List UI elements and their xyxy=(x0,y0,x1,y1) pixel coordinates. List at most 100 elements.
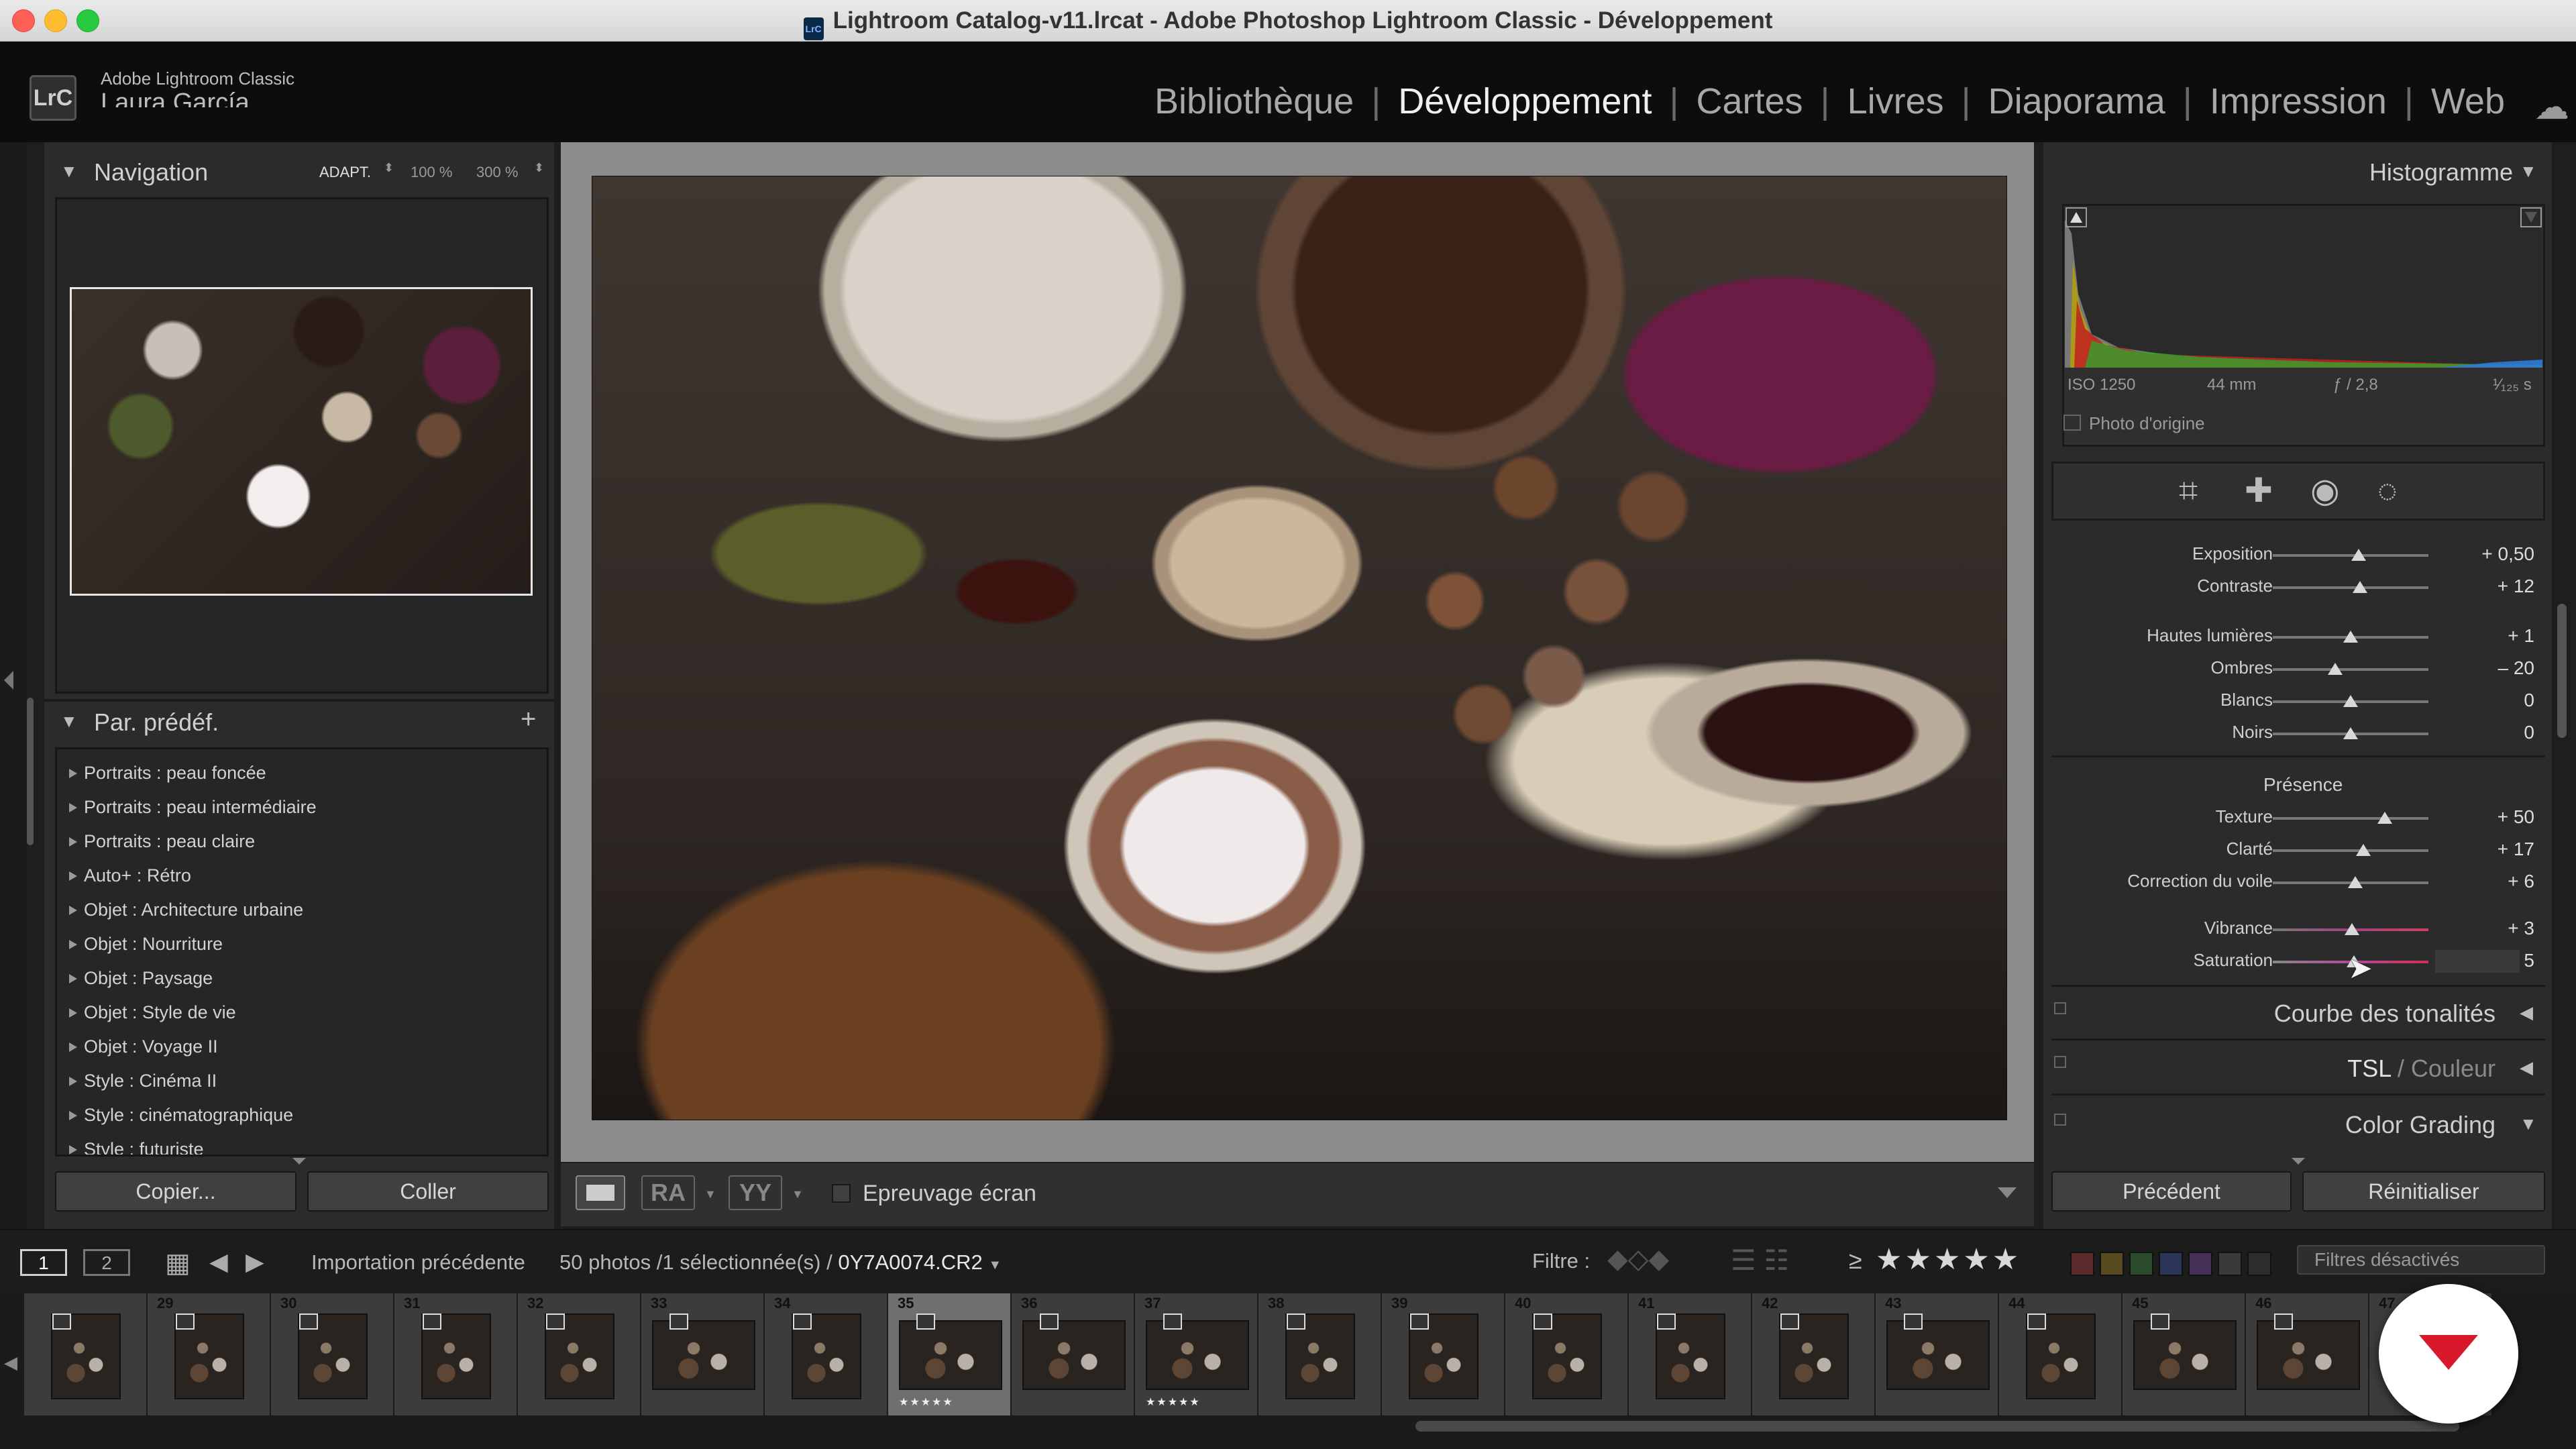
histogram-collapse-icon[interactable]: ▼ xyxy=(2520,161,2537,182)
module-2[interactable]: Développement xyxy=(1381,80,1669,122)
filmstrip-thumbnail[interactable]: 40 xyxy=(1505,1293,1629,1415)
zoom-300-option[interactable]: 300 % xyxy=(476,164,518,181)
preset-resize-icon[interactable] xyxy=(292,1158,306,1165)
filmstrip-thumbnail[interactable]: 35 ★★★★★ xyxy=(888,1293,1012,1415)
yellow-label-filter[interactable] xyxy=(2100,1252,2124,1276)
green-label-filter[interactable] xyxy=(2129,1252,2153,1276)
filmstrip-thumbnail[interactable]: 43 xyxy=(1876,1293,2000,1415)
filter-preset-select[interactable]: Filtres désactivés xyxy=(2297,1245,2545,1275)
slider-thumb[interactable] xyxy=(2352,581,2367,593)
module-4[interactable]: Livres xyxy=(1830,80,1962,122)
filmstrip-thumbnail[interactable]: 41 xyxy=(1629,1293,1753,1415)
loupe-view-button[interactable] xyxy=(576,1175,625,1210)
red-label-filter[interactable] xyxy=(2070,1252,2094,1276)
filmstrip-thumbnail[interactable]: 45 xyxy=(2123,1293,2247,1415)
hsl-color-section[interactable]: TSL / Couleur xyxy=(2281,1055,2496,1083)
main-photo-preview[interactable] xyxy=(592,176,2007,1120)
navigator-collapse-icon[interactable]: ▼ xyxy=(60,161,78,182)
filmstrip-thumbnail[interactable]: 30 xyxy=(271,1293,395,1415)
color-grading-collapse-icon[interactable]: ▼ xyxy=(2520,1114,2537,1134)
slider-value[interactable]: + 3 xyxy=(2447,918,2534,939)
right-panel-scrollbar[interactable] xyxy=(2557,604,2567,738)
slider-thumb[interactable] xyxy=(2347,876,2363,888)
filmstrip-thumbnail[interactable]: 46 xyxy=(2246,1293,2370,1415)
slider-track[interactable] xyxy=(2273,817,2428,820)
red-eye-tool-icon[interactable]: ◉ xyxy=(2310,471,2340,510)
second-window-button[interactable]: 2 xyxy=(83,1249,130,1276)
slider-thumb[interactable] xyxy=(2343,727,2358,739)
copy-settings-button[interactable]: Copier... xyxy=(55,1171,297,1212)
blue-label-filter[interactable] xyxy=(2159,1252,2183,1276)
tone-curve-toggle[interactable] xyxy=(2054,1002,2066,1014)
flag-filter-icons[interactable]: ◆◇◆ xyxy=(1607,1244,1669,1275)
slider-value[interactable]: 0 xyxy=(2447,722,2534,743)
zoom-100-option[interactable]: 100 % xyxy=(411,164,452,181)
module-1[interactable]: Bibliothèque xyxy=(1137,80,1371,122)
preset-folder[interactable]: Portraits : peau intermédiaire xyxy=(57,790,547,824)
slider-thumb[interactable] xyxy=(2377,812,2393,824)
original-photo-checkbox[interactable] xyxy=(2063,415,2081,431)
filmstrip-thumbnail[interactable]: 32 xyxy=(518,1293,642,1415)
slider-track[interactable] xyxy=(2273,586,2428,589)
healing-tool-icon[interactable]: ✚ xyxy=(2245,471,2273,510)
slider-thumb[interactable] xyxy=(2355,844,2371,856)
no-label-filter[interactable] xyxy=(2247,1252,2271,1276)
slider-value[interactable]: + 1 xyxy=(2447,625,2534,647)
slider-value[interactable]: – 20 xyxy=(2447,657,2535,679)
preset-folder[interactable]: Style : Cinéma II xyxy=(57,1064,547,1098)
before-after-lr-menu-icon[interactable]: ▼ xyxy=(704,1187,716,1201)
masking-tool-icon[interactable]: ◌ xyxy=(2377,471,2398,510)
preset-folder[interactable]: Portraits : peau foncée xyxy=(57,756,547,790)
filmstrip-scrollbar[interactable] xyxy=(1415,1421,2459,1432)
preset-folder[interactable]: Portraits : peau claire xyxy=(57,824,547,859)
slider-value[interactable]: + 0,50 xyxy=(2447,543,2534,565)
preset-folder[interactable]: Objet : Architecture urbaine xyxy=(57,893,547,927)
filmstrip-thumbnail[interactable]: 34 xyxy=(765,1293,889,1415)
hsl-toggle[interactable] xyxy=(2054,1056,2066,1068)
color-grading-toggle[interactable] xyxy=(2054,1114,2066,1126)
collapse-left-panel-icon[interactable] xyxy=(4,671,13,690)
filmstrip-thumbnail[interactable]: 31 xyxy=(394,1293,519,1415)
previous-settings-button[interactable]: Précédent xyxy=(2051,1171,2292,1212)
paste-settings-button[interactable]: Coller xyxy=(307,1171,549,1212)
right-panel-resize-icon[interactable] xyxy=(2292,1158,2305,1165)
slider-value[interactable]: + 17 xyxy=(2447,839,2534,860)
grid-view-icon[interactable]: ▦ xyxy=(165,1248,191,1279)
slider-track[interactable] xyxy=(2273,668,2428,671)
back-arrow-icon[interactable]: ◀ xyxy=(209,1248,228,1276)
filmstrip-thumbnail[interactable]: 39 xyxy=(1382,1293,1506,1415)
slider-thumb[interactable] xyxy=(2345,923,2360,935)
soft-proof-checkbox[interactable] xyxy=(832,1184,851,1203)
selected-filename[interactable]: 0Y7A0074.CR2 xyxy=(838,1250,982,1274)
module-5[interactable]: Diaporama xyxy=(1971,80,2183,122)
presets-collapse-icon[interactable]: ▼ xyxy=(60,711,78,732)
zoom-fit-chevron-icon[interactable]: ⬍ xyxy=(384,161,394,175)
preset-folder[interactable]: Objet : Style de vie xyxy=(57,996,547,1030)
preset-folder[interactable]: Objet : Nourriture xyxy=(57,927,547,961)
filename-menu-icon[interactable]: ▼ xyxy=(988,1258,1002,1273)
module-6[interactable]: Impression xyxy=(2192,80,2404,122)
slider-track[interactable] xyxy=(2273,849,2428,852)
rating-operator[interactable]: ≥ xyxy=(1849,1246,1862,1275)
preset-folder[interactable]: Objet : Voyage II xyxy=(57,1030,547,1064)
slider-value[interactable]: + 6 xyxy=(2447,871,2534,892)
before-after-lr-button[interactable]: RA xyxy=(641,1175,695,1210)
crop-tool-icon[interactable]: ⌗ xyxy=(2179,471,2198,511)
purple-label-filter[interactable] xyxy=(2188,1252,2212,1276)
add-preset-button[interactable]: + xyxy=(521,704,536,735)
edit-filter-icons[interactable]: ☰ ☷ xyxy=(1731,1244,1789,1277)
source-label[interactable]: Importation précédente xyxy=(311,1250,525,1275)
module-7[interactable]: Web xyxy=(2414,80,2522,122)
filmstrip-thumbnail[interactable]: 37 ★★★★★ xyxy=(1135,1293,1259,1415)
slider-thumb[interactable] xyxy=(2351,549,2366,561)
filmstrip-thumbnail[interactable] xyxy=(24,1293,148,1415)
slider-value[interactable]: + 50 xyxy=(2447,806,2534,828)
rating-filter-stars[interactable]: ★★★★★ xyxy=(1876,1242,2021,1277)
zoom-fit-option[interactable]: ADAPT. xyxy=(319,164,371,181)
navigator-thumbnail[interactable] xyxy=(70,287,533,596)
slider-thumb[interactable] xyxy=(2343,631,2358,643)
histogram-graph[interactable] xyxy=(2065,207,2542,368)
tone-curve-section[interactable]: Courbe des tonalités xyxy=(2214,1000,2496,1028)
cloud-sync-icon[interactable]: ☁ xyxy=(2534,87,2569,127)
before-after-menu-icon[interactable]: ▼ xyxy=(792,1187,804,1201)
